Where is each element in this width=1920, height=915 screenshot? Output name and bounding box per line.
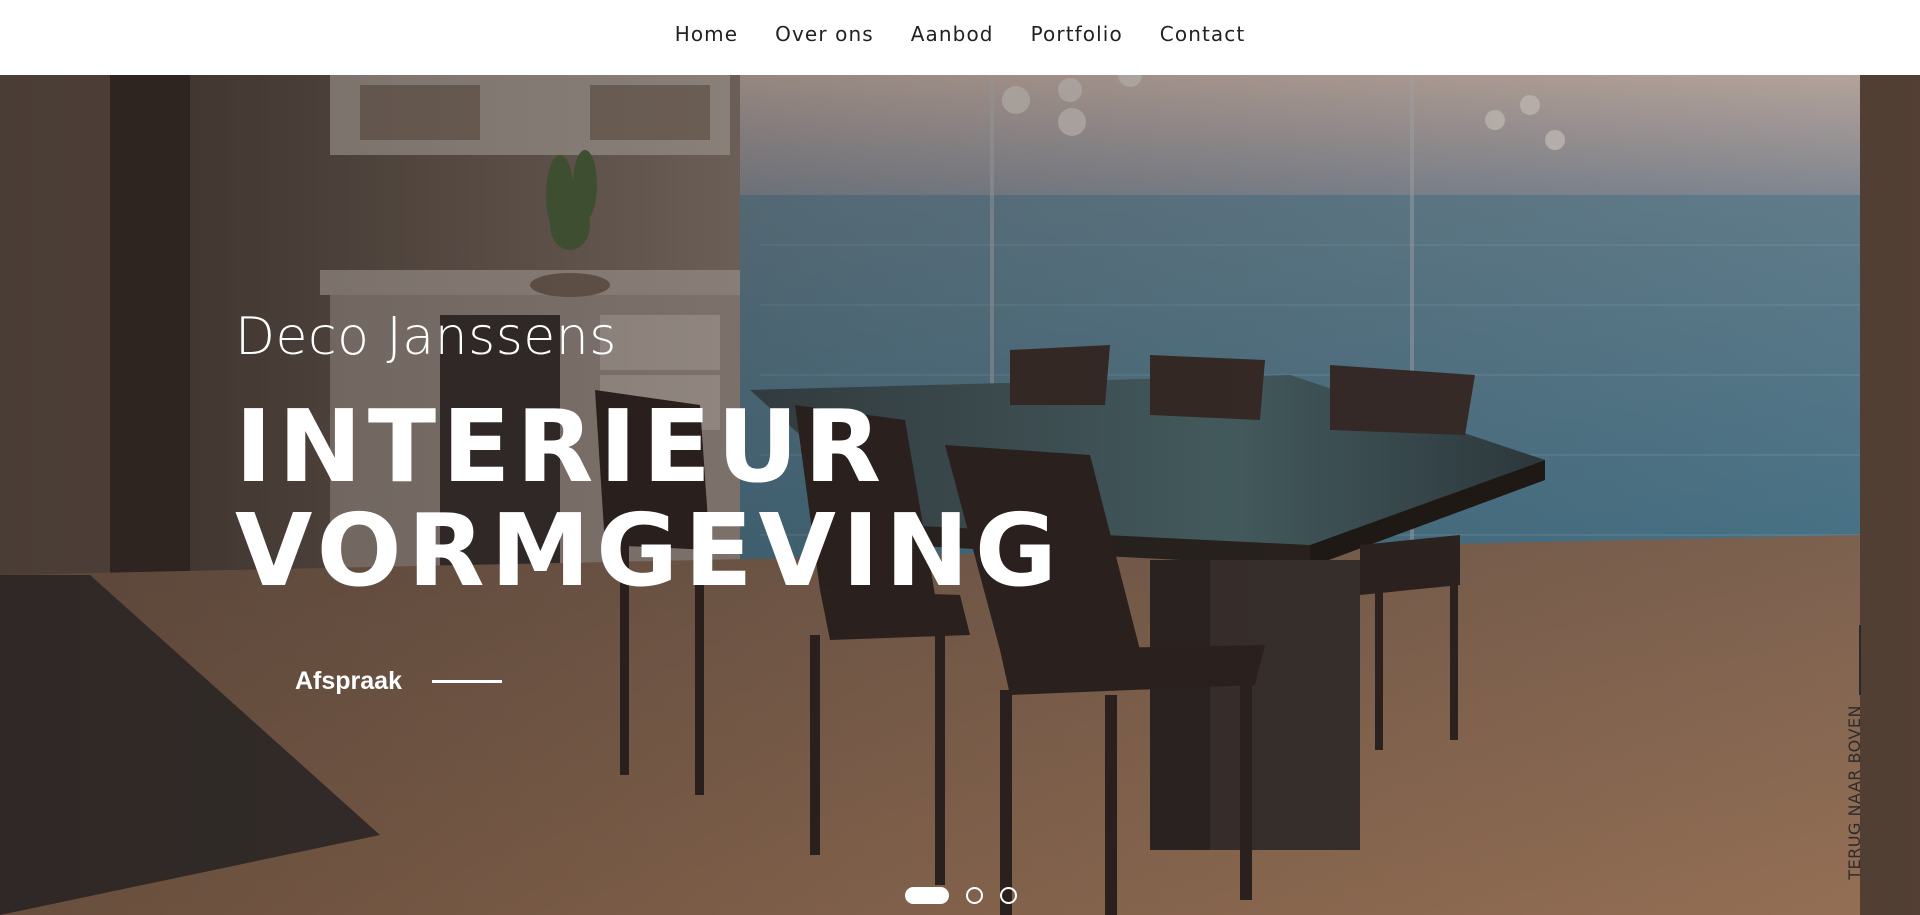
site-header: Home Over ons Aanbod Portfolio Contact bbox=[0, 0, 1920, 75]
nav-portfolio[interactable]: Portfolio bbox=[1031, 22, 1123, 46]
nav-home[interactable]: Home bbox=[675, 22, 738, 46]
slider-dot-3[interactable] bbox=[1000, 887, 1017, 904]
back-to-top-label: TERUG NAAR BOVEN bbox=[1845, 705, 1864, 880]
back-to-top-line-icon bbox=[1859, 625, 1861, 695]
slider-dot-2[interactable] bbox=[966, 887, 983, 904]
hero-slider: Deco Janssens INTERIEUR VORMGEVING Afspr… bbox=[0, 75, 1920, 915]
hero-headline-line2: VORMGEVING bbox=[235, 492, 1063, 609]
afspraak-button[interactable]: Afspraak bbox=[295, 667, 502, 696]
nav-over-ons[interactable]: Over ons bbox=[775, 22, 874, 46]
nav-aanbod[interactable]: Aanbod bbox=[911, 22, 994, 46]
brand-name: Deco Janssens bbox=[235, 307, 617, 367]
hero-headline: INTERIEUR VORMGEVING bbox=[235, 395, 1063, 603]
slider-dot-1[interactable] bbox=[905, 887, 949, 904]
cta-line-icon bbox=[432, 680, 502, 683]
slider-pagination bbox=[905, 887, 1017, 904]
back-to-top-link[interactable]: TERUG NAAR BOVEN bbox=[1845, 625, 1875, 915]
nav-contact[interactable]: Contact bbox=[1160, 22, 1246, 46]
hero-headline-line1: INTERIEUR bbox=[235, 388, 888, 505]
main-nav: Home Over ons Aanbod Portfolio Contact bbox=[675, 22, 1246, 46]
hero-text-block: Deco Janssens INTERIEUR VORMGEVING bbox=[235, 307, 1063, 603]
afspraak-label: Afspraak bbox=[295, 667, 402, 695]
